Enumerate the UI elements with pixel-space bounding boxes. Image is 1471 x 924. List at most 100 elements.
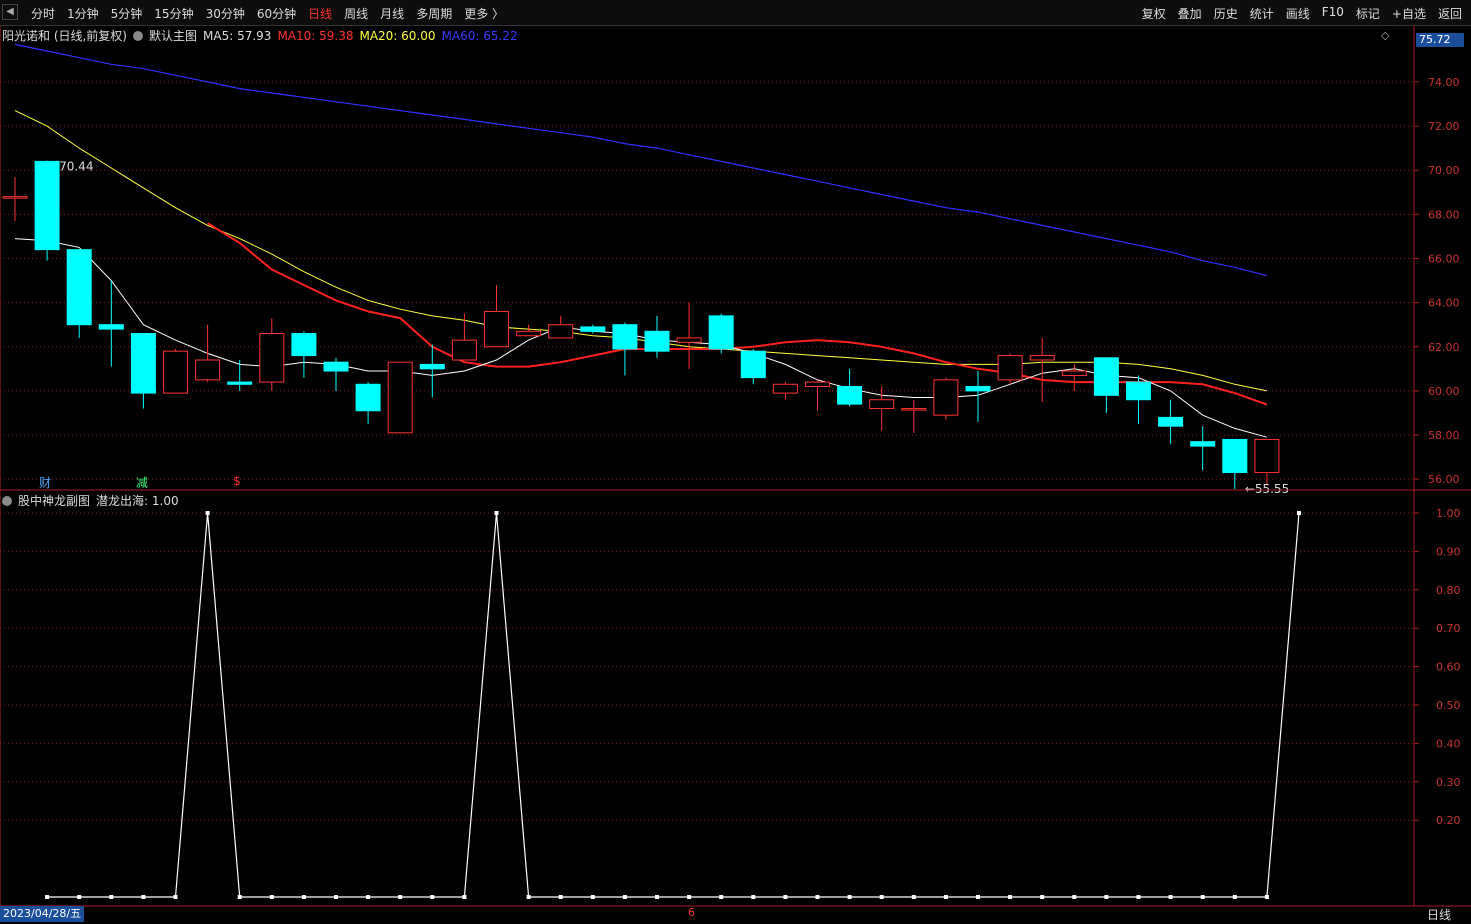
high-annotation: 70.44 (59, 159, 93, 173)
candle-body (291, 333, 317, 357)
signal-point (687, 895, 692, 899)
signal-point (366, 895, 371, 899)
signal-point (879, 895, 884, 899)
signal-point (1168, 895, 1173, 899)
event-marker-finance[interactable]: 财 (39, 474, 51, 491)
toolbar-action-1[interactable]: 叠加 (1173, 4, 1207, 23)
toolbar-action-4[interactable]: 画线 (1281, 4, 1315, 23)
toolbar-action-8[interactable]: 返回 (1433, 4, 1467, 23)
tab-period-0[interactable]: 分时 (26, 4, 60, 23)
settings-circle-icon[interactable] (133, 30, 143, 41)
signal-point (269, 895, 274, 899)
candle-body (869, 399, 895, 410)
signal-point (430, 895, 435, 899)
tab-period-3[interactable]: 15分钟 (149, 4, 198, 23)
ma10-label: MA10: 59.38 (277, 28, 354, 43)
candle-body (163, 350, 188, 394)
sub-chart-info: 股中神龙副图 潜龙出海: 1.00 (2, 492, 179, 509)
signal-point (1136, 895, 1141, 899)
signal-point (77, 895, 82, 899)
candle-body (227, 381, 253, 385)
tab-period-7[interactable]: 周线 (339, 4, 373, 23)
candle-body (997, 355, 1023, 381)
tab-period-9[interactable]: 多周期 (411, 4, 457, 23)
candle-body (1222, 438, 1248, 474)
current-price-box: 75.72 (1416, 33, 1464, 47)
toolbar-action-0[interactable]: 复权 (1137, 4, 1171, 23)
signal-point (1104, 895, 1109, 899)
signal-point (109, 895, 114, 899)
signal-point (1297, 511, 1301, 515)
candle-body (1093, 357, 1119, 396)
candle-body (1190, 441, 1216, 447)
signal-point (558, 895, 563, 899)
toolbar-action-7[interactable]: +自选 (1387, 4, 1431, 23)
sub-settings-circle-icon[interactable] (2, 495, 12, 506)
ma60-label: MA60: 65.22 (441, 28, 518, 43)
candle-body (837, 385, 863, 405)
back-arrow-icon[interactable]: ◀ (2, 4, 18, 20)
signal-point (783, 895, 788, 899)
price-tick-label: 70.00 (1428, 164, 1460, 177)
signal-point (45, 895, 50, 899)
signal-point (398, 895, 403, 899)
candle-body (130, 333, 156, 394)
toolbar-action-2[interactable]: 历史 (1209, 4, 1243, 23)
signal-point (526, 895, 531, 899)
tab-period-1[interactable]: 1分钟 (62, 4, 104, 23)
tab-period-5[interactable]: 60分钟 (252, 4, 301, 23)
signal-point (719, 895, 724, 899)
signal-point (655, 895, 659, 899)
tab-period-8[interactable]: 月线 (375, 4, 409, 23)
candle-body (772, 383, 798, 394)
price-tick-label: 64.00 (1428, 297, 1460, 310)
candle-body (66, 249, 92, 326)
diamond-icon[interactable]: ◇ (1381, 29, 1389, 42)
month-marker: 6 (688, 906, 695, 919)
date-label: 2023/04/28/五 (0, 906, 85, 922)
tab-period-4[interactable]: 30分钟 (201, 4, 250, 23)
sub-chart-name[interactable]: 股中神龙副图 (18, 492, 90, 509)
candle-body (644, 330, 670, 352)
toolbar-action-5[interactable]: F10 (1317, 4, 1349, 23)
candle-body (676, 337, 702, 343)
candle-body (580, 326, 606, 332)
signal-point (911, 895, 916, 899)
tab-period-2[interactable]: 5分钟 (106, 4, 148, 23)
tab-period-10[interactable]: 更多 〉 (459, 4, 509, 23)
signal-point (1232, 895, 1237, 899)
toolbar: ◀ 分时 1分钟 5分钟 15分钟 30分钟 60分钟 日线 周线 月线 多周期 更多 〉 复权 叠加… (0, 0, 1471, 26)
sub-tick-label: 0.30 (1436, 776, 1461, 789)
period-label[interactable]: 日线 (1427, 906, 1451, 923)
price-tick-label: 68.00 (1428, 208, 1460, 221)
event-marker-dollar[interactable]: $ (233, 474, 241, 488)
sub-tick-label: 0.70 (1436, 622, 1461, 635)
toolbar-actions: 复权 叠加 历史 统计 画线 F10 标记 +自选 返回 (1137, 4, 1467, 23)
candle-body (484, 310, 509, 348)
candle-body (259, 333, 285, 383)
ma5-label: MA5: 57.93 (203, 28, 272, 43)
main-chart-name[interactable]: 默认主图 (149, 27, 197, 44)
signal-point (943, 895, 948, 899)
sub-indicator-value: 潜龙出海: 1.00 (96, 494, 179, 508)
toolbar-action-6[interactable]: 标记 (1351, 4, 1385, 23)
toolbar-action-3[interactable]: 统计 (1245, 4, 1279, 23)
signal-point (815, 895, 820, 899)
signal-point (205, 511, 210, 515)
candle-body (901, 408, 927, 411)
price-tick-label: 66.00 (1428, 252, 1460, 265)
signal-point (976, 895, 980, 899)
candle-body (1254, 438, 1280, 474)
candle-body (965, 385, 991, 392)
signal-point (334, 895, 338, 899)
signal-point (751, 895, 756, 899)
sub-tick-label: 0.90 (1436, 545, 1461, 558)
price-chart: 70.44 ←55.55 56.00 58.00 60.00 62.00 64.00 66.… (0, 26, 1471, 907)
event-marker-reduce[interactable]: 减 (136, 474, 148, 491)
ma10-line (207, 222, 1268, 406)
signal-point (1008, 895, 1013, 899)
main-chart-info: 阳光诺和 (日线,前复权) 默认主图 MA5: 57.93 MA10: 59.3… (2, 27, 518, 44)
candle-body (740, 350, 766, 379)
candle-body (1029, 355, 1055, 361)
tab-period-6[interactable]: 日线 (303, 4, 337, 23)
